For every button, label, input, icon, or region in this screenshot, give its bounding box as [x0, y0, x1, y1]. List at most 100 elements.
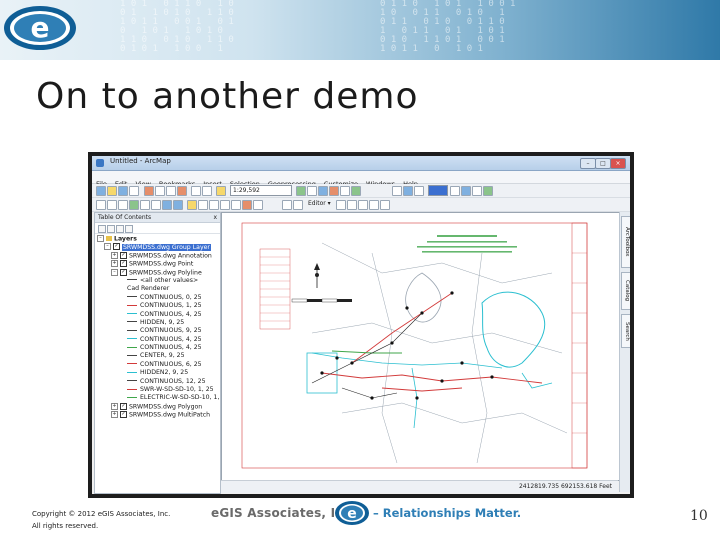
line-symbol-icon: [127, 329, 137, 331]
cad-drawing[interactable]: [222, 213, 619, 480]
list-by-drawing-order-icon[interactable]: [98, 225, 106, 233]
layer-tool-icon[interactable]: [392, 186, 402, 196]
measure-icon[interactable]: [242, 200, 252, 210]
window-titlebar[interactable]: Untitled - ArcMap – □ ×: [92, 156, 630, 171]
copy-icon[interactable]: [155, 186, 165, 196]
drawing-tool-icon[interactable]: [450, 186, 460, 196]
toc-item[interactable]: ELECTRIC-W-SD-SD-10, 1, 25: [97, 394, 229, 402]
fixed-zoom-out-icon[interactable]: [151, 200, 161, 210]
toc-item[interactable]: CONTINUOUS, 4, 25: [97, 344, 220, 352]
maximize-button[interactable]: □: [595, 158, 611, 169]
checkbox-checked[interactable]: ✓: [120, 268, 127, 276]
drawing-tool-icon[interactable]: [483, 186, 493, 196]
select-elements-icon[interactable]: [209, 200, 219, 210]
arctoolbox-tab[interactable]: ArcToolbox: [621, 216, 630, 268]
toc-item[interactable]: – Layers: [97, 235, 220, 243]
toc-item[interactable]: <all other values>: [97, 277, 220, 285]
expand-icon[interactable]: +: [111, 411, 118, 419]
new-document-icon[interactable]: [96, 186, 106, 196]
clear-selection-icon[interactable]: [198, 200, 208, 210]
catalog-tab[interactable]: Catalog: [621, 272, 630, 310]
toc-item[interactable]: – ✓ SRWMDSS.dwg Group Layer: [97, 243, 220, 251]
open-icon[interactable]: [107, 186, 117, 196]
catalog-window-icon[interactable]: [318, 186, 328, 196]
layer-tool-icon[interactable]: [403, 186, 413, 196]
toc-item[interactable]: – ✓ SRWMDSS.dwg Polyline: [97, 268, 220, 277]
edit-tool-icon[interactable]: [380, 200, 390, 210]
list-by-selection-icon[interactable]: [125, 225, 133, 233]
search-window-icon[interactable]: [329, 186, 339, 196]
toc-close-icon[interactable]: x: [213, 213, 217, 222]
toc-item[interactable]: HIDDEN2, 9, 25: [97, 369, 220, 377]
collapse-icon[interactable]: –: [97, 235, 104, 242]
save-icon[interactable]: [118, 186, 128, 196]
find-icon[interactable]: [231, 200, 241, 210]
toc-item[interactable]: CENTER, 9, 25: [97, 352, 220, 360]
zoom-out-icon[interactable]: [107, 200, 117, 210]
checkbox-checked[interactable]: ✓: [120, 411, 127, 419]
editor-menu[interactable]: Editor ▾: [306, 199, 336, 208]
python-window-icon[interactable]: [351, 186, 361, 196]
cut-icon[interactable]: [144, 186, 154, 196]
expand-icon[interactable]: +: [111, 260, 118, 268]
checkbox-checked[interactable]: ✓: [120, 251, 127, 259]
identify-icon[interactable]: [220, 200, 230, 210]
edit-tool-icon[interactable]: [336, 200, 346, 210]
toc-item[interactable]: CONTINUOUS, 9, 25: [97, 327, 220, 335]
paste-icon[interactable]: [166, 186, 176, 196]
toc-window-icon[interactable]: [307, 186, 317, 196]
delete-icon[interactable]: [177, 186, 187, 196]
list-by-visibility-icon[interactable]: [116, 225, 124, 233]
edit-tool-icon[interactable]: [369, 200, 379, 210]
arctoolbox-icon[interactable]: [340, 186, 350, 196]
toc-item[interactable]: + ✓ SRWMDSS.dwg Point: [97, 260, 220, 268]
hyperlink-icon[interactable]: [253, 200, 263, 210]
list-by-source-icon[interactable]: [107, 225, 115, 233]
add-data-icon[interactable]: [216, 186, 226, 196]
select-features-icon[interactable]: [187, 200, 197, 210]
toc-item[interactable]: SWR-W-SD-SD-10, 1, 25: [97, 386, 220, 394]
full-extent-icon[interactable]: [129, 200, 139, 210]
collapse-icon[interactable]: –: [111, 268, 118, 276]
editor-toolbar-icon[interactable]: [296, 186, 306, 196]
layout-tool-icon[interactable]: [293, 200, 303, 210]
minimize-button[interactable]: –: [580, 158, 596, 169]
toc-item[interactable]: + ✓ SRWMDSS.dwg Polygon: [97, 402, 220, 411]
toc-item[interactable]: CONTINUOUS, 4, 25: [97, 336, 220, 344]
toc-item-label: SRWMDSS.dwg Polygon: [129, 403, 203, 411]
drawing-tool-icon[interactable]: [472, 186, 482, 196]
expand-icon[interactable]: +: [111, 251, 118, 259]
forward-extent-icon[interactable]: [173, 200, 183, 210]
close-button[interactable]: ×: [610, 158, 626, 169]
toc-item[interactable]: CONTINUOUS, 1, 25: [97, 302, 220, 310]
layer-color-combo[interactable]: [428, 185, 448, 196]
toc-item[interactable]: CONTINUOUS, 12, 25: [97, 378, 220, 386]
zoom-in-icon[interactable]: [96, 200, 106, 210]
toc-item[interactable]: + ✓ SRWMDSS.dwg Annotation: [97, 251, 220, 260]
map-display[interactable]: [221, 212, 620, 481]
edit-tool-icon[interactable]: [358, 200, 368, 210]
toc-item[interactable]: CONTINUOUS, 0, 25: [97, 294, 220, 302]
toc-item[interactable]: CONTINUOUS, 6, 25: [97, 361, 220, 369]
collapse-icon[interactable]: –: [104, 243, 111, 251]
redo-icon[interactable]: [202, 186, 212, 196]
drawing-tool-icon[interactable]: [461, 186, 471, 196]
expand-icon[interactable]: +: [111, 402, 118, 410]
toc-item[interactable]: CONTINUOUS, 4, 25: [97, 311, 220, 319]
map-scale-combo[interactable]: 1:29,592: [230, 185, 292, 196]
pan-icon[interactable]: [118, 200, 128, 210]
toc-item-label: HIDDEN, 9, 25: [140, 318, 185, 326]
print-icon[interactable]: [129, 186, 139, 196]
checkbox-checked[interactable]: ✓: [120, 260, 127, 268]
back-extent-icon[interactable]: [162, 200, 172, 210]
checkbox-checked[interactable]: ✓: [120, 402, 127, 410]
undo-icon[interactable]: [191, 186, 201, 196]
edit-tool-icon[interactable]: [347, 200, 357, 210]
search-tab[interactable]: Search: [621, 314, 630, 348]
fixed-zoom-in-icon[interactable]: [140, 200, 150, 210]
toc-item[interactable]: + ✓ SRWMDSS.dwg MultiPatch: [97, 411, 220, 419]
layer-tool-icon[interactable]: [414, 186, 424, 196]
checkbox-checked[interactable]: ✓: [113, 243, 120, 251]
toc-item[interactable]: HIDDEN, 9, 25: [97, 319, 220, 327]
layout-tool-icon[interactable]: [282, 200, 292, 210]
